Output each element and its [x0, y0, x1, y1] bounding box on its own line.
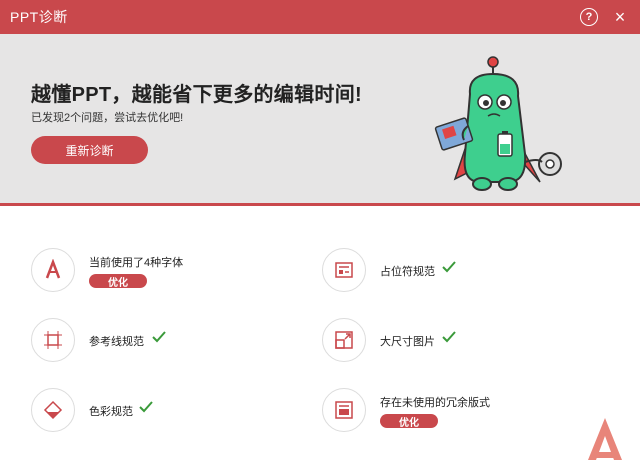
check-icon	[152, 331, 166, 343]
guide-lines-icon	[31, 318, 75, 362]
diag-item-placeholder: 占位符规范	[322, 248, 602, 294]
diag-item-fonts: 当前使用了4种字体 优化	[31, 248, 311, 294]
close-icon[interactable]: ×	[611, 8, 629, 26]
hero-headline: 越懂PPT，越能省下更多的编辑时间!	[31, 84, 362, 106]
check-icon	[442, 331, 456, 343]
mascot-illustration	[434, 56, 562, 191]
diag-item-label: 大尺寸图片	[380, 336, 435, 348]
layout-icon	[322, 388, 366, 432]
title-bar: PPT诊断 ? ×	[0, 0, 640, 34]
diag-item-guides: 参考线规范	[31, 318, 311, 364]
diag-item-label: 占位符规范	[380, 266, 435, 278]
help-icon[interactable]: ?	[580, 8, 598, 26]
diag-item-label: 存在未使用的冗余版式	[380, 397, 490, 409]
diag-item-colors: 色彩规范	[31, 388, 311, 434]
large-image-icon	[322, 318, 366, 362]
hero-subline: 已发现2个问题，尝试去优化吧!	[31, 112, 184, 124]
diag-item-label: 当前使用了4种字体	[89, 257, 184, 269]
diagnostic-list: 当前使用了4种字体 优化 占位符规范 参考线规范 大尺寸图片 色彩规范 存在未使…	[0, 206, 640, 475]
placeholder-icon	[322, 248, 366, 292]
diag-item-label: 参考线规范	[89, 336, 144, 348]
brand-logo-icon	[588, 418, 622, 460]
optimize-button[interactable]: 优化	[380, 414, 438, 429]
check-icon	[139, 401, 153, 413]
diag-item-label: 色彩规范	[89, 406, 133, 418]
diag-item-large-images: 大尺寸图片	[322, 318, 602, 364]
font-a-icon	[31, 248, 75, 292]
check-icon	[442, 261, 456, 273]
hero-panel: 越懂PPT，越能省下更多的编辑时间! 已发现2个问题，尝试去优化吧! 重新诊断	[0, 34, 640, 203]
window-title: PPT诊断	[10, 9, 68, 25]
color-fill-icon	[31, 388, 75, 432]
diag-item-layouts: 存在未使用的冗余版式 优化	[322, 388, 602, 434]
optimize-button[interactable]: 优化	[89, 274, 147, 289]
rediagnose-button[interactable]: 重新诊断	[31, 136, 148, 164]
